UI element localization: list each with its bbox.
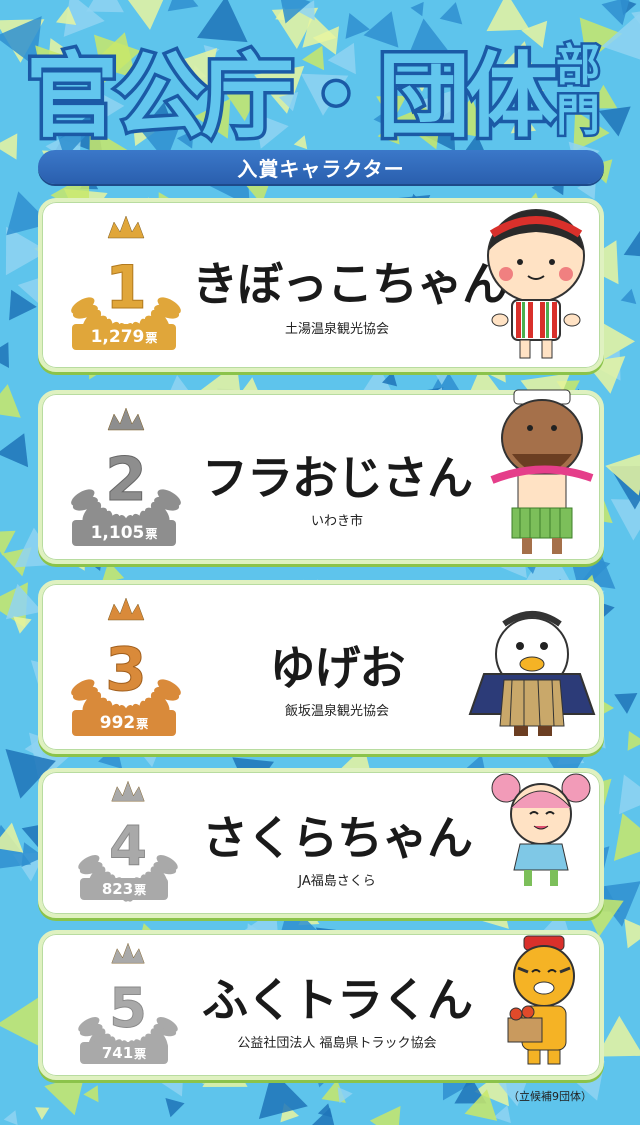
title-side: 部 門 [554, 38, 603, 144]
steam-bird-mascot-icon [468, 611, 596, 736]
award-ribbon: 入賞キャラクター [38, 150, 604, 184]
page-title: 官公庁・団体 部 門 [0, 18, 640, 154]
tiger-mascot-icon [507, 935, 575, 1065]
mascot-name: ゆげお [269, 641, 406, 695]
organization-name: JA福島さくら [298, 874, 376, 889]
rank-card-1: 1 1,279 票 きぼっこちゃん 土湯温泉観光協会 [38, 198, 604, 372]
title-side-2: 門 [556, 90, 600, 141]
rank-card-4: 4 823 票 さくらちゃん JA福島さくら [38, 768, 604, 918]
vote-count-badge: 992 票 [72, 710, 176, 736]
organization-name: 土湯温泉観光協会 [284, 322, 389, 337]
footer-note: （立候補9団体） [508, 1090, 592, 1103]
mascot-name: さくらちゃん [202, 811, 473, 865]
rank-card-3: 3 992 票 ゆげお 飯坂温泉観光協会 [38, 580, 604, 754]
organization-name: 公益社団法人 福島県トラック協会 [237, 1036, 437, 1051]
mascot-name: きぼっこちゃん [192, 257, 508, 311]
svg-text:4: 4 [109, 815, 147, 878]
rank-card-5: 5 741 票 ふくトラくん 公益社団法人 福島県トラック協会 [38, 930, 604, 1080]
svg-text:2: 2 [105, 445, 147, 515]
hula-man-mascot-icon [490, 389, 594, 554]
mascot-name: ふくトラくん [202, 973, 473, 1027]
title-side-1: 部 [556, 40, 600, 91]
svg-text:1: 1 [105, 253, 147, 323]
organization-name: いわき市 [310, 514, 363, 529]
vote-count-badge: 1,279 票 [72, 324, 176, 350]
vote-count-badge: 1,105 票 [72, 520, 176, 546]
vote-count-badge: 741 票 [80, 1042, 168, 1064]
kokeshi-mascot-icon [487, 209, 585, 359]
mascot-name: フラおじさん [202, 451, 473, 505]
vote-count-badge: 823 票 [80, 878, 168, 900]
sakura-girl-mascot-icon [491, 773, 591, 886]
rank-card-2: 2 1,105 票 フラおじさん いわき市 [38, 389, 604, 564]
svg-text:5: 5 [109, 977, 147, 1040]
organization-name: 飯坂温泉観光協会 [284, 704, 389, 719]
svg-text:3: 3 [105, 635, 147, 705]
title-main: 官公庁・団体 [26, 43, 558, 148]
